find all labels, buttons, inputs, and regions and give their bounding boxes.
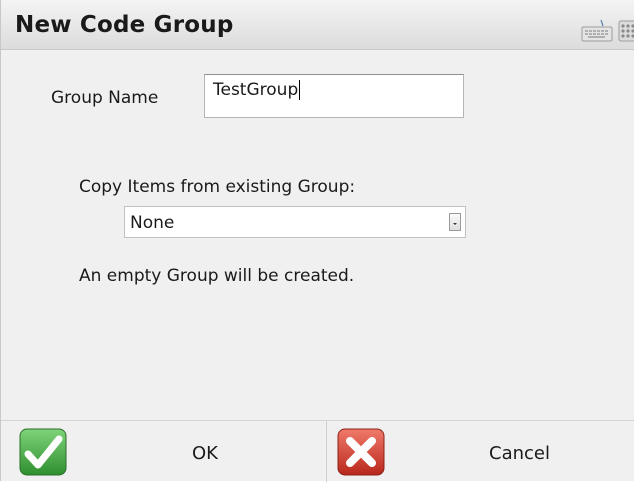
button-bar: OK Cancel xyxy=(1,420,634,482)
copy-group-dropdown[interactable]: None xyxy=(124,206,466,238)
copy-group-selected-value: None xyxy=(130,213,175,233)
cancel-label: Cancel xyxy=(489,443,550,464)
keypad-icon[interactable] xyxy=(618,20,634,42)
text-caret xyxy=(299,80,301,100)
ok-label: OK xyxy=(192,443,218,464)
group-name-label: Group Name xyxy=(51,88,159,108)
keyboard-icon[interactable] xyxy=(581,18,613,42)
copy-items-label: Copy Items from existing Group: xyxy=(79,177,356,197)
checkmark-icon xyxy=(19,428,67,476)
group-name-input[interactable]: TestGroup xyxy=(204,74,464,118)
cancel-button[interactable]: Cancel xyxy=(328,421,634,482)
new-code-group-dialog: New Code Group Group Name TestGroup Copy… xyxy=(0,0,634,482)
dialog-title: New Code Group xyxy=(15,12,234,38)
info-text: An empty Group will be created. xyxy=(79,266,355,286)
x-mark-icon xyxy=(337,428,385,476)
title-bar: New Code Group xyxy=(1,0,634,50)
group-name-value: TestGroup xyxy=(213,80,299,100)
dropdown-arrow-icon[interactable] xyxy=(449,213,461,231)
ok-button[interactable]: OK xyxy=(1,421,327,482)
